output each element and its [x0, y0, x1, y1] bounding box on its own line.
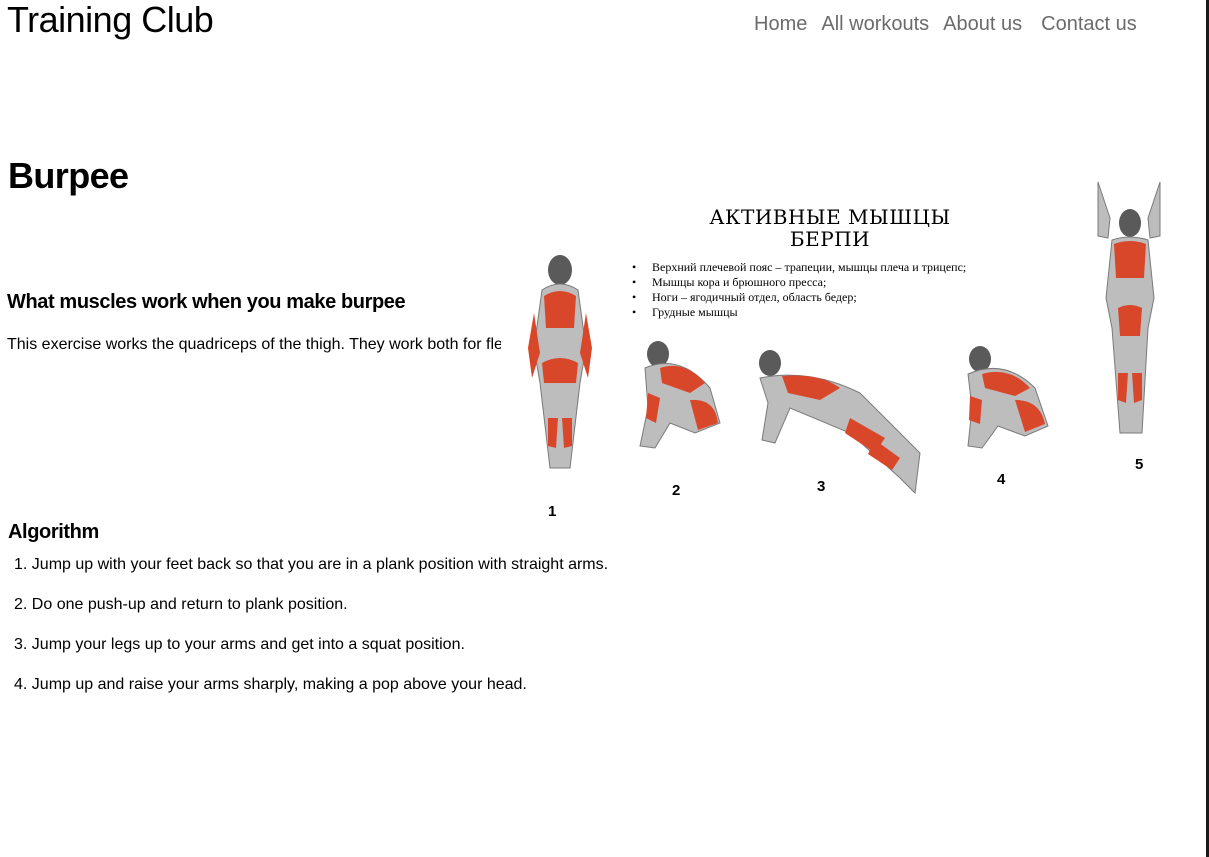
figure-plank — [759, 350, 921, 495]
step-number: 4 — [997, 471, 1006, 488]
step-number: 2 — [672, 482, 681, 499]
algorithm-step: 1. Jump up with your feet back so that y… — [14, 556, 609, 573]
step-number: 3 — [817, 478, 826, 495]
nav-contact-us[interactable]: Contact us — [1041, 12, 1137, 36]
image-title-line1: АКТИВНЫЕ МЫШЦЫ — [709, 205, 951, 229]
muscles-description: This exercise works the quadriceps of th… — [7, 336, 501, 353]
figure-standing — [528, 255, 592, 469]
algorithm-step: 4. Jump up and raise your arms sharply, … — [14, 676, 527, 693]
image-bullet: Верхний плечевой пояс – трапеции, мышцы … — [632, 260, 966, 275]
algorithm-step: 3. Jump your legs up to your arms and ge… — [14, 636, 465, 653]
algorithm-step: 2. Do one push-up and return to plank po… — [14, 596, 348, 613]
muscles-heading: What muscles work when you make burpee — [7, 291, 406, 313]
figure-squat-return — [967, 346, 1049, 449]
burpee-muscles-image: АКТИВНЫЕ МЫШЦЫ БЕРПИ Верхний плечевой по… — [520, 178, 1180, 523]
figure-squat — [639, 341, 721, 449]
main-nav: Home All workouts About us Contact us — [754, 12, 1137, 36]
step-number: 1 — [548, 503, 557, 520]
algorithm-heading: Algorithm — [8, 521, 99, 543]
image-bullet-list: Верхний плечевой пояс – трапеции, мышцы … — [632, 260, 966, 320]
image-bullet: Грудные мышцы — [632, 305, 966, 320]
image-title-line2: БЕРПИ — [789, 227, 871, 251]
nav-all-workouts[interactable]: All workouts — [821, 12, 929, 36]
image-bullet: Ноги – ягодичный отдел, область бедер; — [632, 290, 966, 305]
step-number: 5 — [1135, 456, 1144, 473]
figure-jump — [1097, 181, 1161, 434]
algorithm-steps: 1. Jump up with your feet back so that y… — [14, 555, 608, 715]
site-logo[interactable]: Training Club — [7, 0, 214, 40]
nav-about-us[interactable]: About us — [943, 12, 1022, 36]
muscles-description-box: This exercise works the quadriceps of th… — [7, 335, 501, 377]
image-bullet: Мышцы кора и брюшного пресса; — [632, 275, 966, 290]
nav-home[interactable]: Home — [754, 12, 807, 36]
page-title: Burpee — [8, 155, 129, 196]
